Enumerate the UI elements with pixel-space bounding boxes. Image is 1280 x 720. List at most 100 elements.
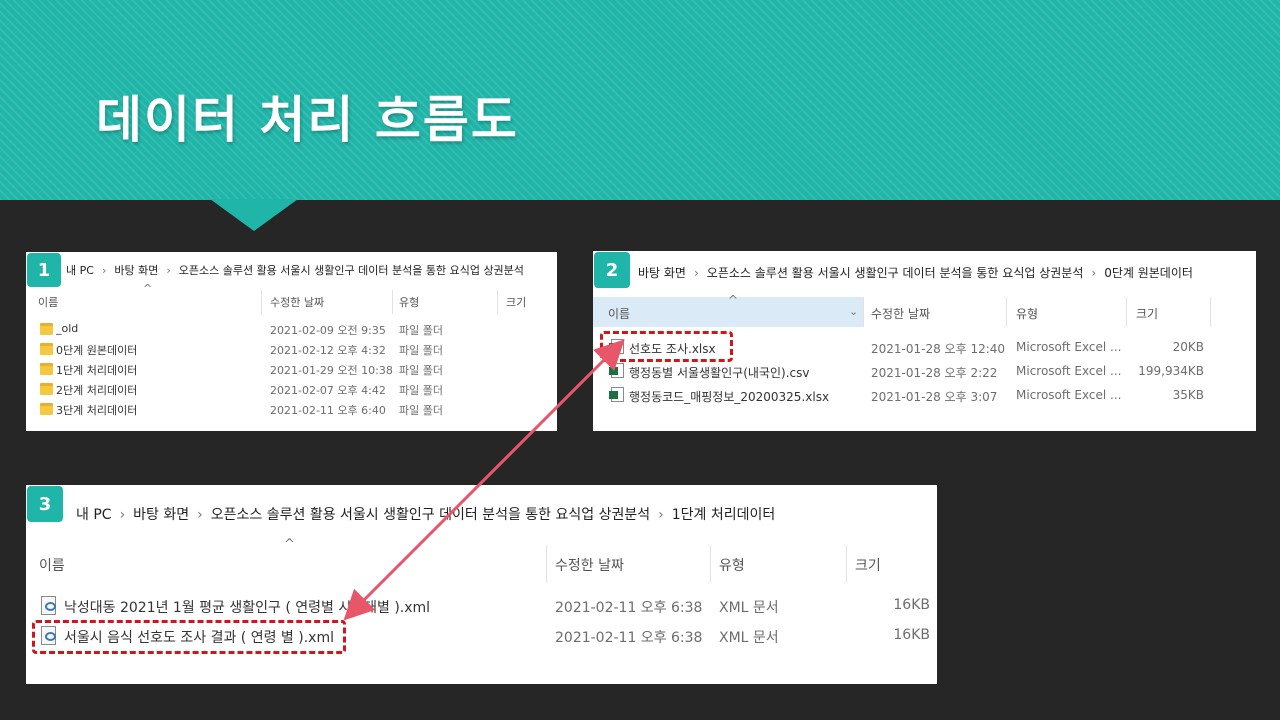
folder-icon <box>40 323 53 335</box>
file-size: 16KB <box>893 597 930 613</box>
sort-up-icon: ^ <box>728 293 739 307</box>
excel-file-icon <box>609 387 624 402</box>
list-item[interactable]: 행정동코드_매핑정보_20200325.xlsx 2021-01-28 오후 3… <box>593 386 1256 408</box>
file-type: 파일 폴더 <box>399 404 443 417</box>
explorer-panel-3: 내 PC › 바탕 화면 › 오픈소스 솔루션 활용 서울시 생활인구 데이터 분석을 … <box>26 485 937 684</box>
sort-up-icon: ^ <box>284 537 295 552</box>
column-header-name[interactable]: 이름 <box>39 555 65 575</box>
file-name: 0단계 원본데이터 <box>56 344 138 357</box>
breadcrumb-item[interactable]: 0단계 원본데이터 <box>1104 266 1193 280</box>
file-type: 파일 폴더 <box>399 384 443 397</box>
explorer-panel-1: 내 PC › 바탕 화면 › 오픈소스 솔루션 활용 서울시 생활인구 데이터 분석을 … <box>26 252 557 431</box>
column-header-name[interactable]: 이름 <box>38 294 58 310</box>
list-item[interactable]: 0단계 원본데이터 2021-02-12 오후 4:32 파일 폴더 <box>26 342 557 362</box>
chevron-right-icon: › <box>1091 266 1097 280</box>
highlight-box-selected-file <box>600 331 733 362</box>
chevron-right-icon: › <box>693 266 699 280</box>
slide-title: 데이터 처리 흐름도 <box>96 91 519 149</box>
file-type: Microsoft Excel ... <box>1016 388 1122 402</box>
step-badge-2: 2 <box>594 252 630 288</box>
breadcrumb-item[interactable]: 내 PC <box>76 507 112 523</box>
breadcrumb-item[interactable]: 오픈소스 솔루션 활용 서울시 생활인구 데이터 분석을 통한 요식업 상권분석 <box>707 266 1084 280</box>
file-size: 16KB <box>893 627 930 643</box>
file-name: 3단계 처리데이터 <box>56 404 138 417</box>
file-name: _old <box>56 322 79 335</box>
file-name: 2단계 처리데이터 <box>56 384 138 397</box>
breadcrumb-item[interactable]: 바탕 화면 <box>133 507 189 523</box>
xml-file-icon <box>41 596 56 615</box>
list-item[interactable]: _old 2021-02-09 오전 9:35 파일 폴더 <box>26 322 557 342</box>
breadcrumb-item[interactable]: 바탕 화면 <box>638 266 686 280</box>
file-date: 2021-01-29 오전 10:38 <box>270 364 393 377</box>
breadcrumb: 내 PC › 바탕 화면 › 오픈소스 솔루션 활용 서울시 생활인구 데이터 분석을 … <box>66 262 524 278</box>
file-name: 행정동별 서울생활인구(내국인).csv <box>629 366 810 380</box>
file-name: 1단계 처리데이터 <box>56 364 138 377</box>
file-date: 2021-02-07 오후 4:42 <box>270 384 386 397</box>
chevron-right-icon: › <box>658 507 664 523</box>
column-divider <box>1126 297 1127 327</box>
excel-file-icon <box>609 363 624 378</box>
chevron-right-icon: › <box>119 507 126 523</box>
chevron-right-icon: › <box>101 264 107 277</box>
list-item[interactable]: 행정동별 서울생활인구(내국인).csv 2021-01-28 오후 2:22 … <box>593 362 1256 384</box>
folder-icon <box>40 383 53 395</box>
column-divider <box>261 290 262 314</box>
column-divider <box>1210 297 1211 327</box>
file-type: 파일 폴더 <box>399 344 443 357</box>
column-divider <box>1006 297 1007 327</box>
list-item[interactable]: 낙성대동 2021년 1월 평균 생활인구 ( 연령별 시간대별 ).xml 2… <box>26 594 937 620</box>
breadcrumb: 바탕 화면 › 오픈소스 솔루션 활용 서울시 생활인구 데이터 분석을 통한 요식… <box>638 264 1193 281</box>
column-divider <box>846 545 847 583</box>
file-type: 파일 폴더 <box>399 324 443 337</box>
highlight-box-result-file <box>32 620 346 654</box>
file-type: Microsoft Excel ... <box>1016 364 1122 378</box>
file-name: 행정동코드_매핑정보_20200325.xlsx <box>629 390 830 404</box>
step-badge-1: 1 <box>27 253 61 287</box>
sort-up-icon: ^ <box>143 282 153 295</box>
column-header-name[interactable]: 이름 <box>608 305 630 322</box>
file-date: 2021-02-12 오후 4:32 <box>270 344 386 357</box>
file-size: 199,934KB <box>1138 364 1204 378</box>
chevron-right-icon: › <box>197 507 203 523</box>
breadcrumb-item[interactable]: 1단계 처리데이터 <box>672 507 776 523</box>
breadcrumb-item[interactable]: 오픈소스 솔루션 활용 서울시 생활인구 데이터 분석을 통한 요식업 상권분석 <box>211 507 650 523</box>
file-date: 2021-01-28 오후 2:22 <box>871 366 998 380</box>
column-header-size[interactable]: 크기 <box>1136 305 1158 322</box>
breadcrumb-item[interactable]: 바탕 화면 <box>114 264 158 277</box>
column-header-date[interactable]: 수정한 날짜 <box>270 294 324 310</box>
file-date: 2021-02-09 오전 9:35 <box>270 324 386 337</box>
list-item[interactable]: 1단계 처리데이터 2021-01-29 오전 10:38 파일 폴더 <box>26 362 557 382</box>
file-type: XML 문서 <box>719 600 779 616</box>
list-item[interactable]: 2단계 처리데이터 2021-02-07 오후 4:42 파일 폴더 <box>26 382 557 402</box>
file-date: 2021-01-28 오후 3:07 <box>871 390 998 404</box>
column-divider <box>863 297 864 327</box>
column-divider <box>710 545 711 583</box>
list-item[interactable]: 3단계 처리데이터 2021-02-11 오후 6:40 파일 폴더 <box>26 402 557 422</box>
file-date: 2021-02-11 오후 6:38 <box>555 630 703 646</box>
column-header-size[interactable]: 크기 <box>855 555 881 575</box>
step-badge-3: 3 <box>27 486 63 522</box>
column-divider <box>546 545 547 583</box>
file-name: 낙성대동 2021년 1월 평균 생활인구 ( 연령별 시간대별 ).xml <box>64 600 431 616</box>
column-header-date[interactable]: 수정한 날짜 <box>871 305 930 322</box>
column-header-size[interactable]: 크기 <box>506 294 526 310</box>
breadcrumb-item[interactable]: 내 PC <box>66 264 94 277</box>
folder-icon <box>40 363 53 375</box>
folder-icon <box>40 343 53 355</box>
column-header-type[interactable]: 유형 <box>719 555 745 575</box>
breadcrumb: 내 PC › 바탕 화면 › 오픈소스 솔루션 활용 서울시 생활인구 데이터 분석을 … <box>76 504 775 524</box>
column-divider <box>497 290 498 314</box>
column-header-date[interactable]: 수정한 날짜 <box>555 555 624 575</box>
file-date: 2021-02-11 오후 6:40 <box>270 404 386 417</box>
file-size: 20KB <box>1172 340 1204 354</box>
folder-icon <box>40 403 53 415</box>
chevron-right-icon: › <box>166 264 171 277</box>
column-header-type[interactable]: 유형 <box>1016 305 1038 322</box>
header-pointer-shape <box>210 199 298 231</box>
chevron-down-icon[interactable]: ⌄ <box>849 305 858 318</box>
column-header-type[interactable]: 유형 <box>399 294 419 310</box>
file-date: 2021-01-28 오후 12:40 <box>871 342 1006 356</box>
breadcrumb-item[interactable]: 오픈소스 솔루션 활용 서울시 생활인구 데이터 분석을 통한 요식업 상권분석 <box>179 264 524 277</box>
file-size: 35KB <box>1172 388 1204 402</box>
file-type: XML 문서 <box>719 630 779 646</box>
